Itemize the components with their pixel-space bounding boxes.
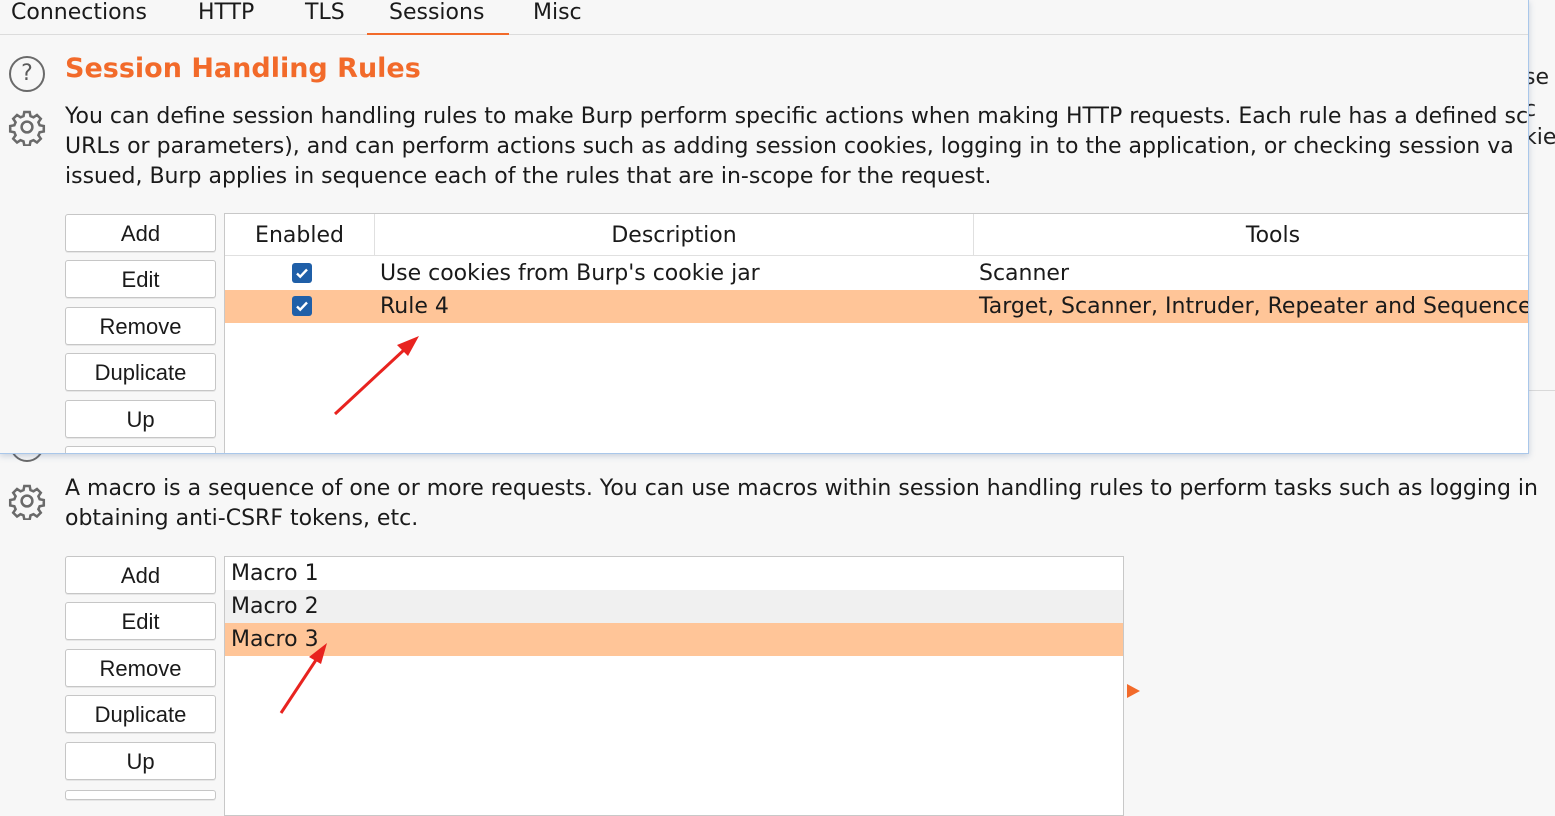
tab-bar: Connections HTTP TLS Sessions Misc xyxy=(0,0,1528,35)
rule-tools: Scanner xyxy=(979,261,1070,286)
list-item[interactable]: Macro 3 xyxy=(225,623,1123,656)
column-header-description[interactable]: Description xyxy=(375,214,974,256)
rule-description: Use cookies from Burp's cookie jar xyxy=(380,261,760,286)
macro-list[interactable]: Macro 1 Macro 2 Macro 3 xyxy=(224,556,1124,816)
macros-description: A macro is a sequence of one or more req… xyxy=(65,476,1538,531)
list-item[interactable]: Macro 1 xyxy=(225,557,1123,590)
column-header-enabled[interactable]: Enabled xyxy=(225,214,375,256)
section-description: You can define session handling rules to… xyxy=(65,104,1529,189)
enabled-checkbox[interactable] xyxy=(292,296,312,316)
rule-down-button[interactable] xyxy=(65,446,216,453)
rule-description: Rule 4 xyxy=(380,294,449,319)
rule-edit-button[interactable]: Edit xyxy=(65,260,216,298)
section-title: Session Handling Rules xyxy=(65,53,421,84)
rule-remove-button[interactable]: Remove xyxy=(65,307,216,345)
table-header: Enabled Description Tools xyxy=(225,214,1528,256)
rules-table[interactable]: Enabled Description Tools Use cookies fr… xyxy=(224,213,1529,453)
table-row[interactable]: Rule 4 Target, Scanner, Intruder, Repeat… xyxy=(225,290,1529,323)
rule-duplicate-button[interactable]: Duplicate xyxy=(65,353,216,391)
macro-remove-button[interactable]: Remove xyxy=(65,649,216,687)
tab-sessions[interactable]: Sessions xyxy=(367,0,509,35)
tab-connections[interactable]: Connections xyxy=(11,0,147,35)
tab-misc[interactable]: Misc xyxy=(533,0,582,35)
gear-icon[interactable] xyxy=(8,482,46,521)
list-item[interactable]: Macro 2 xyxy=(225,590,1123,623)
column-header-tools[interactable]: Tools xyxy=(974,214,1528,256)
macro-up-button[interactable]: Up xyxy=(65,742,216,780)
help-icon[interactable]: ? xyxy=(9,56,45,92)
macro-down-button[interactable] xyxy=(65,790,216,800)
macro-duplicate-button[interactable]: Duplicate xyxy=(65,695,216,733)
tab-tls[interactable]: TLS xyxy=(305,0,345,35)
session-rules-panel: Connections HTTP TLS Sessions Misc ? Ses… xyxy=(0,0,1529,454)
rule-up-button[interactable]: Up xyxy=(65,400,216,438)
rule-tools: Target, Scanner, Intruder, Repeater and … xyxy=(979,294,1529,319)
macro-edit-button[interactable]: Edit xyxy=(65,602,216,640)
table-row[interactable]: Use cookies from Burp's cookie jar Scann… xyxy=(225,257,1528,290)
tab-http[interactable]: HTTP xyxy=(198,0,254,35)
expand-arrow-icon[interactable] xyxy=(1127,684,1140,698)
gear-icon[interactable] xyxy=(8,108,46,147)
rule-add-button[interactable]: Add xyxy=(65,214,216,252)
enabled-checkbox[interactable] xyxy=(292,263,312,283)
macro-add-button[interactable]: Add xyxy=(65,556,216,594)
divider xyxy=(1528,390,1555,391)
